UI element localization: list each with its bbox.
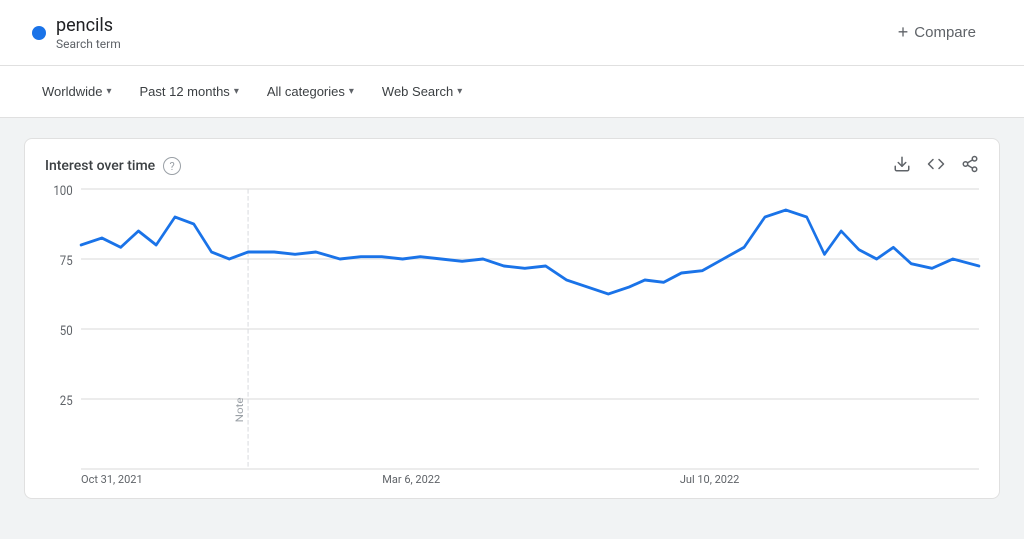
compare-button[interactable]: + Compare — [882, 14, 992, 51]
trend-line — [81, 210, 979, 294]
date-label-1: Oct 31, 2021 — [81, 473, 143, 486]
embed-icon[interactable] — [927, 155, 945, 177]
svg-text:75: 75 — [60, 253, 73, 268]
worldwide-arrow-icon: ▾ — [106, 86, 111, 97]
svg-text:50: 50 — [60, 323, 73, 338]
term-name: pencils — [56, 15, 121, 36]
compare-label: Compare — [914, 24, 976, 41]
help-icon[interactable]: ? — [163, 157, 181, 175]
filter-worldwide[interactable]: Worldwide ▾ — [32, 78, 121, 105]
svg-text:100: 100 — [53, 183, 72, 198]
filter-past12months-label: Past 12 months — [139, 84, 229, 99]
share-icon[interactable] — [961, 155, 979, 177]
filter-websearch[interactable]: Web Search ▾ — [372, 78, 472, 105]
chart-area: 100 75 50 25 Note — [25, 189, 999, 469]
date-label-3: Jul 10, 2022 — [680, 473, 740, 486]
svg-text:25: 25 — [60, 393, 73, 408]
date-labels: Oct 31, 2021 Mar 6, 2022 Jul 10, 2022 — [25, 469, 999, 490]
chart-actions — [893, 155, 979, 177]
term-info: pencils Search term — [56, 15, 121, 51]
term-left: pencils Search term — [32, 15, 121, 51]
page-wrapper: pencils Search term + Compare Worldwide … — [0, 0, 1024, 539]
date-label-2: Mar 6, 2022 — [382, 473, 440, 486]
allcategories-arrow-icon: ▾ — [349, 86, 354, 97]
chart-card: Interest over time ? — [24, 138, 1000, 499]
websearch-arrow-icon: ▾ — [457, 86, 462, 97]
compare-plus-icon: + — [898, 22, 909, 43]
filters-bar: Worldwide ▾ Past 12 months ▾ All categor… — [0, 66, 1024, 118]
download-icon[interactable] — [893, 155, 911, 177]
search-term-bar: pencils Search term + Compare — [0, 0, 1024, 66]
chart-title: Interest over time — [45, 158, 155, 174]
past12months-arrow-icon: ▾ — [234, 86, 239, 97]
filter-past12months[interactable]: Past 12 months ▾ — [129, 78, 248, 105]
chart-title-group: Interest over time ? — [45, 157, 181, 175]
filter-allcategories-label: All categories — [267, 84, 345, 99]
main-content: Interest over time ? — [0, 118, 1024, 515]
filter-worldwide-label: Worldwide — [42, 84, 102, 99]
svg-text:Note: Note — [233, 397, 245, 422]
chart-svg: 100 75 50 25 Note — [81, 189, 979, 469]
term-type: Search term — [56, 37, 121, 51]
term-dot — [32, 26, 46, 40]
filter-websearch-label: Web Search — [382, 84, 453, 99]
help-text: ? — [170, 160, 175, 173]
filter-allcategories[interactable]: All categories ▾ — [257, 78, 364, 105]
chart-header: Interest over time ? — [25, 155, 999, 189]
